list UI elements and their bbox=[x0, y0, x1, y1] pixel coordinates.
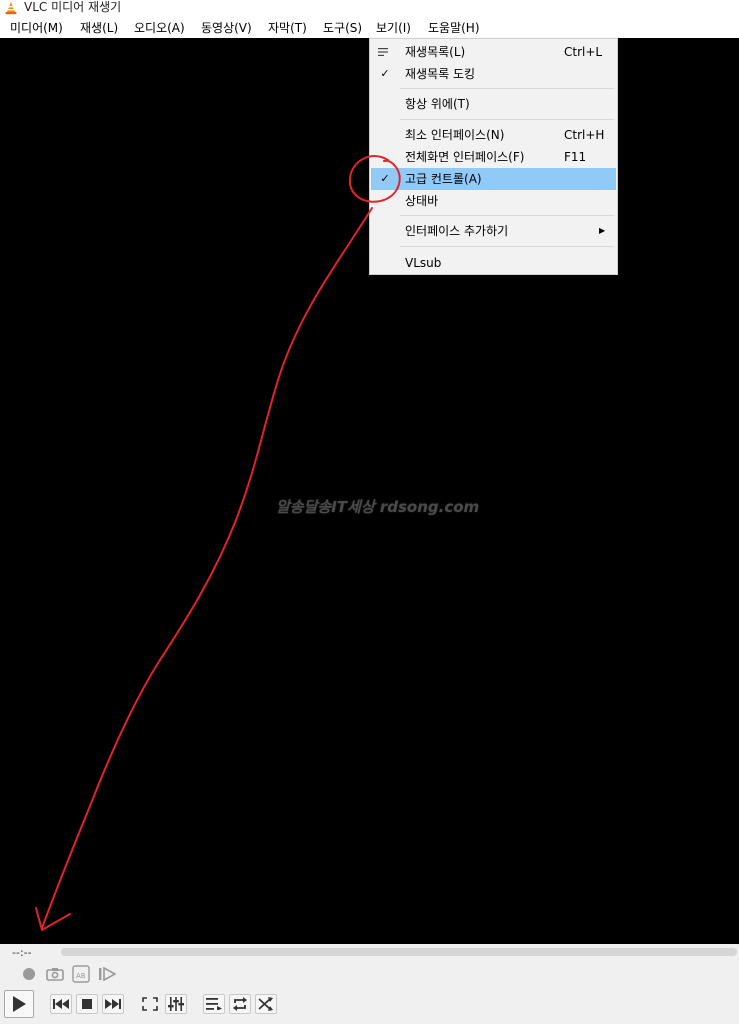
frame-step-icon bbox=[99, 967, 116, 981]
menu-item-vlsub[interactable]: VLsub bbox=[371, 252, 616, 274]
loop-icon bbox=[233, 997, 247, 1011]
menu-item-label: 전체화면 인터페이스(F) bbox=[405, 150, 525, 164]
playlist-button[interactable] bbox=[203, 994, 225, 1014]
menu-item-shortcut: Ctrl+L bbox=[564, 45, 603, 59]
menu-audio[interactable]: 오디오(A) bbox=[133, 19, 186, 37]
menu-separator bbox=[400, 88, 614, 89]
playlist-icon bbox=[378, 48, 388, 56]
frame-step-button[interactable] bbox=[96, 964, 118, 984]
loop-button[interactable] bbox=[229, 994, 251, 1014]
menu-item-shortcut: F11 bbox=[564, 150, 587, 164]
check-icon: ✓ bbox=[380, 172, 390, 185]
stop-icon bbox=[82, 999, 92, 1009]
seek-row: --:-- bbox=[0, 944, 739, 960]
menu-item-label: 상태바 bbox=[405, 194, 439, 208]
menu-video[interactable]: 동영상(V) bbox=[200, 19, 253, 37]
title-bar: VLC 미디어 재생기 bbox=[0, 0, 739, 16]
menu-item-always-on-top[interactable]: 항상 위에(T) bbox=[371, 93, 616, 115]
previous-button[interactable] bbox=[50, 994, 72, 1014]
menu-item-shortcut: Ctrl+H bbox=[564, 128, 605, 142]
playlist-icon bbox=[206, 998, 222, 1010]
menu-item-playlist[interactable]: 재생목록(L) Ctrl+L bbox=[371, 41, 616, 63]
menu-item-status-bar[interactable]: 상태바 bbox=[371, 190, 616, 212]
next-icon bbox=[105, 999, 121, 1009]
window-title: VLC 미디어 재생기 bbox=[24, 0, 122, 14]
menu-item-advanced-controls[interactable]: ✓ 고급 컨트롤(A) bbox=[371, 168, 616, 190]
menu-tools[interactable]: 도구(S) bbox=[322, 19, 363, 37]
menu-separator bbox=[400, 246, 614, 247]
next-button[interactable] bbox=[102, 994, 124, 1014]
snapshot-button[interactable] bbox=[44, 964, 66, 984]
menu-item-minimal-interface[interactable]: 최소 인터페이스(N) Ctrl+H bbox=[371, 124, 616, 146]
play-button[interactable] bbox=[4, 990, 34, 1018]
play-icon bbox=[13, 996, 26, 1012]
menu-help[interactable]: 도움말(H) bbox=[427, 19, 481, 37]
submenu-arrow-icon: ▶ bbox=[599, 226, 606, 235]
menu-item-label: 항상 위에(T) bbox=[405, 97, 470, 111]
menu-separator bbox=[400, 119, 614, 120]
ab-loop-icon: AB bbox=[72, 965, 90, 983]
shuffle-button[interactable] bbox=[255, 994, 277, 1014]
menu-item-fullscreen-interface[interactable]: 전체화면 인터페이스(F) F11 bbox=[371, 146, 616, 168]
menu-item-label: 고급 컨트롤(A) bbox=[405, 172, 482, 186]
menu-item-dock-playlist[interactable]: ✓ 재생목록 도킹 bbox=[371, 63, 616, 85]
watermark: 알송달송IT세상 rdsong.com bbox=[276, 498, 480, 516]
view-menu-dropdown: 재생목록(L) Ctrl+L ✓ 재생목록 도킹 항상 위에(T) 최소 인터페… bbox=[369, 38, 618, 275]
check-icon: ✓ bbox=[380, 67, 390, 80]
record-button[interactable] bbox=[18, 964, 40, 984]
menu-item-label: VLsub bbox=[405, 256, 442, 270]
stop-button[interactable] bbox=[76, 994, 98, 1014]
fullscreen-icon bbox=[142, 997, 158, 1011]
menu-item-label: 최소 인터페이스(N) bbox=[405, 128, 505, 142]
menu-item-label: 재생목록(L) bbox=[405, 45, 466, 59]
menu-item-label: 인터페이스 추가하기 bbox=[405, 224, 509, 238]
menu-view[interactable]: 보기(I) bbox=[375, 19, 412, 37]
extended-settings-icon bbox=[168, 997, 184, 1011]
svg-text:AB: AB bbox=[76, 972, 86, 980]
record-icon bbox=[23, 968, 35, 980]
menu-bar: 미디어(M) 재생(L) 오디오(A) 동영상(V) 자막(T) 도구(S) 보… bbox=[0, 16, 739, 38]
menu-item-label: 재생목록 도킹 bbox=[405, 67, 476, 81]
menu-subtitle[interactable]: 자막(T) bbox=[267, 19, 308, 37]
menu-playback[interactable]: 재생(L) bbox=[79, 19, 119, 37]
ab-loop-button[interactable]: AB bbox=[70, 964, 92, 984]
menu-separator bbox=[400, 215, 614, 216]
snapshot-icon bbox=[46, 968, 64, 981]
extended-settings-button[interactable] bbox=[165, 994, 187, 1014]
previous-icon bbox=[53, 999, 69, 1009]
menu-item-add-interface[interactable]: 인터페이스 추가하기 ▶ bbox=[371, 220, 616, 242]
seek-slider[interactable] bbox=[61, 948, 737, 956]
fullscreen-button[interactable] bbox=[139, 994, 161, 1014]
shuffle-icon bbox=[258, 997, 273, 1011]
vlc-cone-icon bbox=[5, 2, 17, 15]
time-label: --:-- bbox=[12, 946, 32, 959]
menu-media[interactable]: 미디어(M) bbox=[9, 19, 64, 37]
